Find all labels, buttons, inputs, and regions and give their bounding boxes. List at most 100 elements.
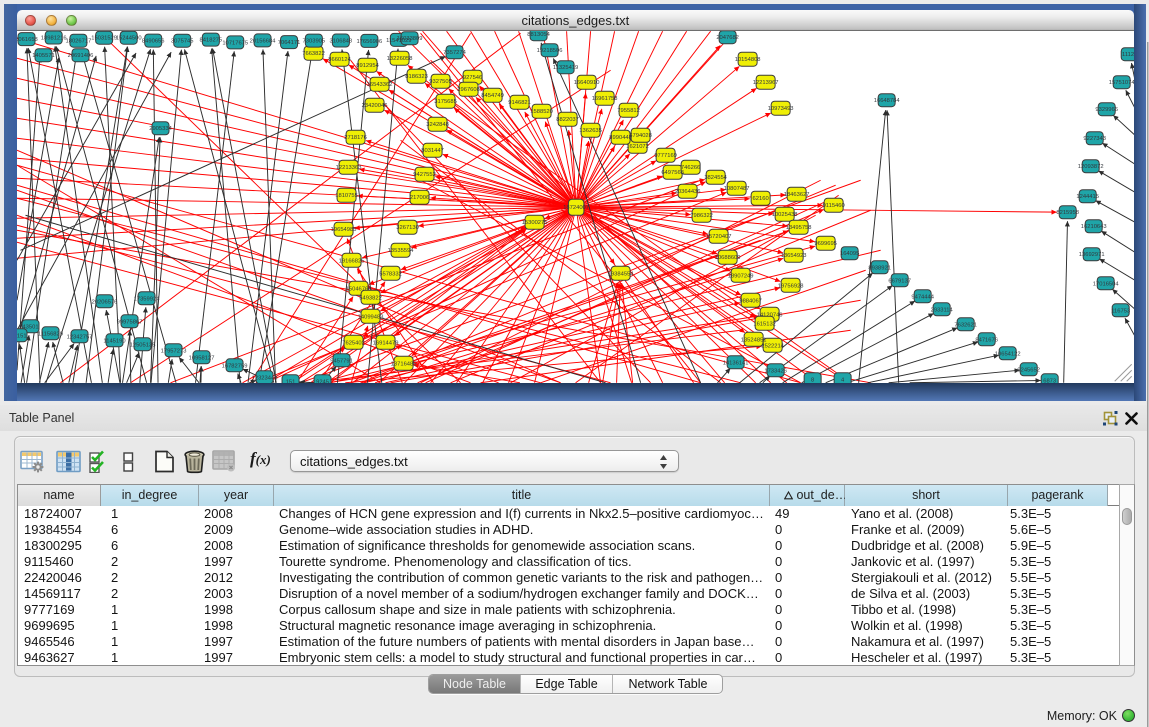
svg-text:20206576: 20206576 [91, 299, 117, 305]
svg-text:10958127: 10958127 [188, 355, 214, 361]
svg-text:11156829: 11156829 [38, 331, 63, 337]
svg-text:17957273: 17957273 [160, 348, 186, 354]
svg-text:9474444: 9474444 [911, 294, 934, 300]
svg-text:8: 8 [811, 377, 814, 382]
svg-text:13692971: 13692971 [1078, 252, 1104, 258]
svg-text:12213967: 12213967 [752, 80, 778, 86]
svg-text:9245: 9245 [316, 379, 329, 382]
svg-text:20156684: 20156684 [249, 38, 276, 44]
svg-text:99975867: 99975867 [116, 319, 142, 325]
svg-text:9427552: 9427552 [413, 172, 436, 178]
svg-text:9146821: 9146821 [508, 100, 531, 106]
svg-text:9115460: 9115460 [822, 203, 844, 209]
svg-text:14099483: 14099483 [357, 314, 383, 320]
svg-text:1362635: 1362635 [579, 128, 602, 134]
svg-text:15300275: 15300275 [521, 220, 547, 226]
svg-text:5578332: 5578332 [379, 271, 402, 277]
svg-text:18907249: 18907249 [727, 273, 753, 279]
svg-text:8912954: 8912954 [356, 63, 379, 69]
svg-text:7663822: 7663822 [302, 51, 325, 57]
svg-text:3824554: 3824554 [704, 175, 727, 181]
svg-text:1615132: 1615132 [753, 321, 776, 327]
svg-text:13654923: 13654923 [780, 253, 806, 259]
svg-text:7357274: 7357274 [443, 50, 466, 56]
svg-text:164095: 164095 [839, 251, 858, 257]
svg-text:8660124: 8660124 [328, 57, 351, 63]
svg-text:16914479: 16914479 [372, 340, 398, 346]
svg-text:19218506: 19218506 [536, 48, 562, 54]
svg-text:9457791: 9457791 [330, 358, 353, 364]
svg-text:2047682: 2047682 [716, 35, 739, 41]
svg-text:746266: 746266 [680, 165, 699, 171]
svg-text:217006: 217006 [409, 195, 428, 201]
svg-text:9777169: 9777169 [654, 153, 677, 159]
svg-text:1810755: 1810755 [335, 193, 358, 199]
svg-text:16033809: 16033809 [396, 36, 422, 42]
svg-text:12323448: 12323448 [251, 375, 277, 381]
svg-text:13226058: 13226058 [386, 56, 412, 62]
svg-text:2718176: 2718176 [344, 135, 367, 141]
svg-text:13495758: 13495758 [785, 225, 811, 231]
svg-text:23420046: 23420046 [361, 103, 387, 109]
svg-text:39151: 39151 [17, 333, 27, 339]
svg-text:7303905: 7303905 [302, 39, 325, 45]
svg-text:6873: 6873 [1043, 378, 1056, 382]
svg-text:7986322: 7986322 [690, 213, 713, 219]
svg-text:15751074: 15751074 [1108, 80, 1134, 86]
svg-text:3075745: 3075745 [170, 39, 193, 45]
svg-text:8490656: 8490656 [141, 39, 164, 45]
svg-text:8813054: 8813054 [527, 32, 550, 38]
svg-text:3267130: 3267130 [396, 225, 419, 231]
svg-text:9699695: 9699695 [814, 241, 837, 247]
svg-text:8454749: 8454749 [481, 93, 504, 99]
svg-text:18026717: 18026717 [65, 39, 91, 45]
svg-text:19166825: 19166825 [338, 258, 364, 264]
svg-text:15720407: 15720407 [705, 234, 731, 240]
svg-text:12505135: 12505135 [129, 342, 155, 348]
svg-text:15031529: 15031529 [91, 36, 117, 42]
svg-text:14120746: 14120746 [756, 312, 782, 318]
svg-text:62160: 62160 [752, 196, 768, 202]
svg-text:1621072: 1621072 [626, 144, 649, 150]
svg-text:11124: 11124 [1122, 52, 1135, 58]
svg-text:18981216: 18981216 [40, 36, 66, 42]
svg-text:10973493: 10973493 [767, 106, 793, 112]
svg-text:9227343: 9227343 [1083, 136, 1106, 142]
svg-text:17656906: 17656906 [356, 39, 382, 45]
svg-text:9884067: 9884067 [739, 298, 762, 304]
svg-text:2905334: 2905334 [149, 126, 172, 132]
svg-text:12093872: 12093872 [1077, 164, 1103, 170]
svg-text:19384554: 19384554 [607, 271, 634, 277]
svg-text:19756928: 19756928 [777, 283, 803, 289]
svg-text:927546: 927546 [462, 75, 481, 81]
svg-text:20691406: 20691406 [67, 53, 93, 59]
svg-text:16210643: 16210643 [1080, 224, 1106, 230]
svg-text:8938921: 8938921 [868, 265, 891, 271]
svg-text:7955812: 7955812 [617, 108, 640, 114]
svg-text:8418275: 8418275 [199, 38, 222, 44]
svg-text:9329966: 9329966 [1095, 107, 1118, 113]
svg-text:10688609: 10688609 [714, 255, 740, 261]
svg-text:5493822: 5493822 [359, 295, 382, 301]
svg-text:6061658: 6061658 [17, 37, 38, 43]
svg-text:1733426: 1733426 [764, 368, 787, 374]
svg-text:151: 151 [285, 379, 295, 382]
svg-text:2967608: 2967608 [457, 87, 480, 93]
svg-text:20364436: 20364436 [674, 189, 700, 195]
svg-text:3175685: 3175685 [434, 99, 457, 105]
svg-text:2522214: 2522214 [761, 343, 784, 349]
svg-text:13716485: 13716485 [390, 361, 416, 367]
svg-text:1588520: 1588520 [530, 109, 553, 115]
svg-text:11325419: 11325419 [552, 65, 577, 71]
svg-text:9245652: 9245652 [1017, 367, 1040, 373]
svg-text:8822037: 8822037 [556, 117, 579, 123]
svg-text:7625402: 7625402 [342, 340, 365, 346]
svg-text:3242848: 3242848 [426, 122, 449, 128]
svg-text:17359924: 17359924 [133, 296, 160, 302]
svg-text:17016504: 17016504 [1092, 281, 1119, 287]
svg-text:10654122: 10654122 [994, 351, 1020, 357]
svg-text:9327505: 9327505 [429, 79, 452, 85]
svg-text:1405571: 1405571 [32, 53, 55, 59]
svg-text:7064171: 7064171 [277, 40, 300, 46]
svg-text:6679137: 6679137 [888, 278, 911, 284]
